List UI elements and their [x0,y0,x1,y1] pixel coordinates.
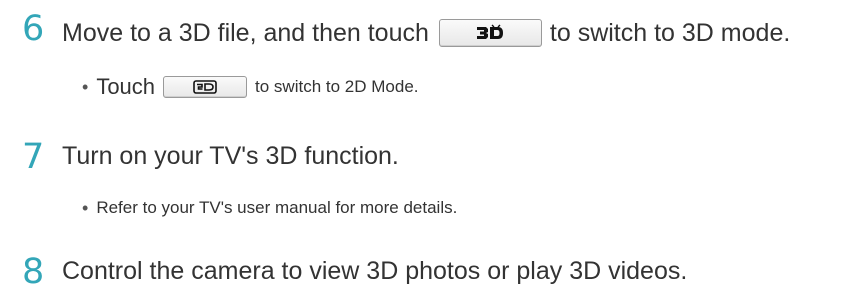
step-number: 6 [22,9,45,49]
note-text: Refer to your TV's user manual for more … [96,198,458,217]
step-text: Control the camera to view 3D photos or … [62,257,688,285]
step-text: Move to a 3D file, and then touch to swi… [62,19,790,47]
step-text-before: Move to a 3D file, and then touch [62,18,429,47]
step-number: 8 [22,252,45,292]
step-7-note: • Refer to your TV's user manual for mor… [82,197,457,219]
2d-mode-button [163,76,248,98]
step-text-after: to switch to 3D mode. [549,18,791,47]
bullet: • [82,197,89,218]
note-text-after: to switch to 2D Mode. [255,77,419,96]
step-text: Turn on your TV's 3D function. [62,142,399,170]
2d-mode-icon [193,80,217,94]
note-text: Touch to switch to 2D Mode. [96,74,418,100]
3d-mode-icon [477,24,504,39]
step-6: 6 Move to a 3D file, and then touch to s… [0,0,850,60]
step-7: 7 Turn on your TV's 3D function. [0,135,850,175]
note-text-before: Touch [96,74,156,99]
step-6-note: • Touch to switch to 2D Mode. [82,74,419,100]
step-8: 8 Control the camera to view 3D photos o… [0,250,850,290]
3d-mode-button [438,19,542,47]
step-number: 7 [22,137,45,177]
bullet: • [82,76,89,97]
